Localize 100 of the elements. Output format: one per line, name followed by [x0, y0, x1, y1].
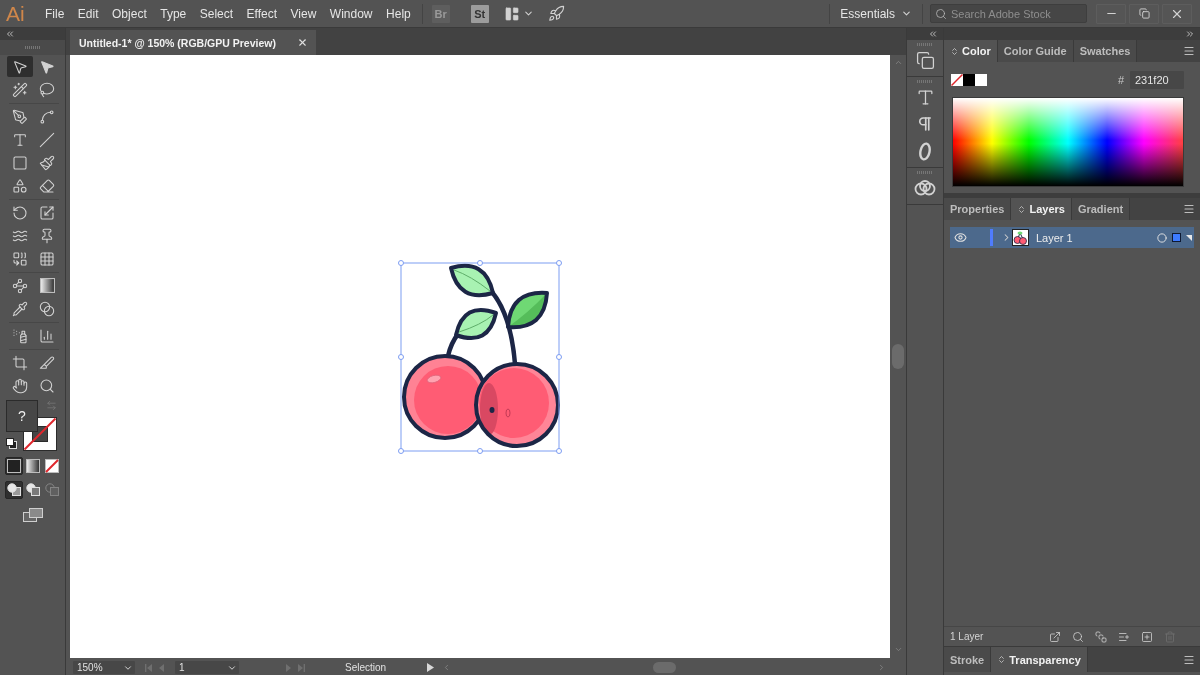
grip-icon[interactable]	[917, 80, 933, 83]
eye-icon	[953, 231, 967, 244]
menu-item[interactable]: File	[45, 4, 65, 23]
hand-icon	[12, 377, 28, 394]
caret-icon	[901, 8, 912, 19]
panel-tab[interactable]: Color Guide	[997, 40, 1074, 62]
grip-icon[interactable]	[917, 171, 933, 174]
swatch-icon[interactable]	[975, 74, 987, 86]
search-icon	[935, 7, 947, 20]
layer-count: 1 Layer	[950, 631, 984, 642]
collapse-icon[interactable]	[928, 29, 938, 39]
menu-item[interactable]: Type	[160, 4, 187, 23]
target-circle-icon[interactable]	[1157, 232, 1167, 243]
selection-handle[interactable]	[477, 259, 483, 266]
bar-chart-icon	[39, 327, 55, 344]
panel-menu-icon[interactable]	[1183, 45, 1195, 57]
draw-mode-button[interactable]	[24, 481, 42, 499]
tool-button[interactable]	[7, 56, 33, 77]
layer-row[interactable]: Layer 1	[950, 227, 1194, 248]
selection-handle[interactable]	[556, 447, 562, 454]
list-plus-icon[interactable]	[1118, 630, 1130, 643]
arrange-documents-button[interactable]	[503, 5, 534, 22]
selection-handle[interactable]	[398, 447, 404, 454]
crop-icon	[12, 354, 28, 371]
menu-item[interactable]: Edit	[77, 4, 99, 23]
panel-tab[interactable]: Transparency	[991, 647, 1088, 672]
triangle-right-icon[interactable]	[427, 663, 434, 672]
menu-item[interactable]: Select	[199, 4, 234, 23]
shapes-icon	[12, 177, 28, 194]
solid-swatch-icon	[7, 459, 21, 473]
overlap-shapes-icon	[44, 483, 60, 497]
paintbrush-icon	[39, 154, 55, 171]
panel-menu-icon[interactable]	[1183, 203, 1195, 215]
fill-swatch[interactable]: ?	[6, 400, 38, 432]
panel-tab[interactable]: Gradient	[1071, 198, 1131, 220]
panel-tab[interactable]: Properties	[944, 198, 1012, 220]
leaf	[454, 307, 498, 340]
rectangle-icon	[12, 154, 28, 171]
eyedropper-icon	[12, 300, 28, 317]
eraser-icon	[39, 177, 55, 194]
menu-item[interactable]: Effect	[246, 4, 278, 23]
workspace-switcher[interactable]: Essentials	[840, 6, 912, 21]
hex-field[interactable]: 231f20	[1130, 71, 1184, 89]
panel-tab[interactable]: Swatches	[1073, 40, 1138, 62]
default-colors-icon[interactable]	[6, 438, 17, 449]
grip-icon[interactable]	[24, 46, 41, 49]
search-field[interactable]: Search Adobe Stock	[930, 4, 1087, 23]
export-icon[interactable]	[1049, 630, 1061, 643]
performance-button[interactable]	[547, 5, 565, 22]
none-swatch-icon[interactable]	[951, 74, 963, 86]
none-swatch-icon	[45, 459, 59, 473]
selection-handle[interactable]	[398, 259, 404, 266]
search-icon[interactable]	[1072, 630, 1084, 643]
plus-square-icon[interactable]	[1141, 630, 1153, 643]
panel-tab[interactable]: Color	[944, 40, 998, 62]
panel-tab[interactable]: Layers	[1011, 198, 1072, 220]
color-mode-button[interactable]	[5, 457, 23, 475]
color-spectrum[interactable]	[952, 97, 1184, 187]
stacked-squares-icon[interactable]	[1095, 630, 1107, 643]
screen-mode-button[interactable]	[22, 506, 44, 524]
panel-tab[interactable]: Stroke	[944, 647, 992, 672]
artboard-field[interactable]: 1	[175, 661, 239, 674]
hex-label: #	[1117, 74, 1124, 86]
app-button[interactable]: St	[470, 4, 489, 23]
leaf	[506, 290, 549, 329]
zoom-icon	[39, 377, 55, 394]
menu-item[interactable]: Help	[386, 4, 411, 23]
options-toggle-icon	[1017, 204, 1027, 214]
selection-handle[interactable]	[477, 447, 483, 454]
document-tab[interactable]: Untitled-1* @ 150% (RGB/GPU Preview)	[70, 30, 316, 55]
menu-item[interactable]: View	[290, 4, 317, 23]
menu-item[interactable]: Object	[112, 4, 147, 23]
menu-item[interactable]: Window	[329, 4, 373, 23]
restore-button[interactable]	[1129, 3, 1159, 24]
restore-icon	[1138, 8, 1150, 19]
close-icon[interactable]	[297, 37, 308, 48]
gradient-swatch-icon	[39, 278, 55, 293]
lasso-icon	[39, 81, 55, 98]
knife-icon	[39, 354, 55, 371]
filled-pointer-icon	[39, 58, 55, 75]
panel-menu-icon[interactable]	[1183, 653, 1195, 666]
grip-icon[interactable]	[917, 43, 933, 46]
leaf	[449, 263, 495, 297]
scroll-thumb[interactable]	[892, 343, 904, 369]
selection-handle[interactable]	[556, 259, 562, 266]
draw-mode-button[interactable]	[5, 481, 23, 499]
layout-icon	[503, 5, 520, 22]
zoom-field[interactable]: 150%	[73, 661, 135, 674]
color-mode-button[interactable]	[24, 457, 42, 475]
close-button[interactable]	[1162, 3, 1192, 24]
selection-handle[interactable]	[398, 353, 404, 360]
selected-art-icon[interactable]	[1172, 233, 1181, 242]
expand-icon[interactable]	[1185, 29, 1195, 39]
app-logo: Ai	[6, 1, 26, 26]
swatch-icon[interactable]	[963, 74, 975, 86]
scroll-thumb[interactable]	[652, 662, 676, 673]
collapse-icon[interactable]	[5, 29, 15, 39]
text-icon	[12, 131, 28, 148]
selection-handle[interactable]	[556, 353, 562, 360]
color-mode-button[interactable]	[43, 457, 61, 475]
